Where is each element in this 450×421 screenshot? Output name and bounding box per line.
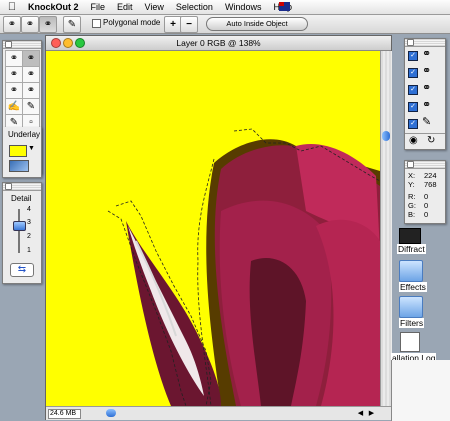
palette-titlebar[interactable] xyxy=(3,183,41,191)
scroll-thumb[interactable] xyxy=(382,131,390,141)
lasso-plus-icon[interactable]: ⚭ xyxy=(5,66,23,83)
lasso-tool-icon[interactable]: ⚭ xyxy=(5,50,23,67)
keyboard-flag-icon[interactable] xyxy=(279,2,290,11)
document-title: Layer 0 RGB @ 138% xyxy=(176,38,261,48)
x-label: X: xyxy=(408,171,416,180)
layers-palette: ✓ ⚭ ✓ ⚭ ✓ ⚭ ✓ ⚭ ✓ ✎ ◉ ↻ xyxy=(404,38,446,150)
tulip-image xyxy=(46,51,380,406)
x-value: 224 xyxy=(424,171,437,180)
menu-view[interactable]: View xyxy=(139,0,170,14)
pencil-icon[interactable]: ✎ xyxy=(22,98,40,115)
layer-visibility-checkbox[interactable]: ✓ xyxy=(408,100,418,112)
close-icon[interactable] xyxy=(51,38,61,48)
horizontal-scrollbar[interactable]: 24.6 MB ◀ ▶ xyxy=(46,406,391,420)
loop-icon[interactable]: ↻ xyxy=(427,135,435,146)
divider xyxy=(405,133,445,134)
close-icon[interactable] xyxy=(5,41,12,48)
subtract-button[interactable]: − xyxy=(180,16,198,33)
app-menu[interactable]: KnockOut 2 xyxy=(22,0,85,14)
lasso-outside-icon[interactable]: ⚭ xyxy=(21,16,39,33)
detail-palette: Detail 4 3 2 1 ⇆ xyxy=(2,182,42,284)
lasso-icon: ⚭ xyxy=(422,82,432,94)
polygonal-mode-checkbox[interactable] xyxy=(92,19,101,28)
g-value: 0 xyxy=(424,201,429,210)
chevron-down-icon[interactable]: ▼ xyxy=(28,145,35,152)
detail-title: Detail xyxy=(11,194,32,203)
y-value: 768 xyxy=(424,180,437,189)
refresh-icon[interactable]: ⇆ xyxy=(10,263,34,277)
close-icon[interactable] xyxy=(407,39,414,46)
background-finder-window[interactable] xyxy=(391,360,450,421)
palette-titlebar[interactable] xyxy=(3,41,41,49)
menu-selection[interactable]: Selection xyxy=(170,0,219,14)
detail-tick-4: 4 xyxy=(27,206,31,213)
document-titlebar[interactable]: Layer 0 RGB @ 138% xyxy=(46,36,391,51)
lasso-icon: ⚭ xyxy=(422,65,432,77)
y-label: Y: xyxy=(408,180,415,189)
layer-visibility-checkbox[interactable]: ✓ xyxy=(408,66,418,78)
underlay-preview-icon[interactable] xyxy=(9,160,29,172)
b-label: B: xyxy=(408,210,416,219)
r-label: R: xyxy=(408,192,416,201)
folder-icon[interactable] xyxy=(399,260,423,282)
edge-lasso-alt-icon[interactable]: ⚭ xyxy=(22,82,40,99)
eye-icon[interactable]: ◉ xyxy=(409,135,418,146)
info-palette: X: 224 Y: 768 R: 0 G: 0 B: 0 xyxy=(404,160,446,224)
polygonal-mode-label: Polygonal mode xyxy=(103,18,161,27)
brush-icon: ✎ xyxy=(422,116,432,128)
menu-edit[interactable]: Edit xyxy=(111,0,139,14)
detail-tick-3: 3 xyxy=(27,219,31,226)
palette-titlebar[interactable] xyxy=(405,161,445,169)
detail-tick-1: 1 xyxy=(27,247,31,254)
close-icon[interactable] xyxy=(5,183,12,190)
layer-visibility-checkbox[interactable]: ✓ xyxy=(408,117,418,129)
desktop-item-effects[interactable]: Effects xyxy=(399,282,427,292)
palette-titlebar[interactable] xyxy=(405,39,445,47)
edge-lasso-icon[interactable]: ⚭ xyxy=(5,82,23,99)
document-icon[interactable] xyxy=(400,332,420,352)
lasso-icon: ⚭ xyxy=(422,48,432,60)
diffract-icon[interactable] xyxy=(399,228,421,244)
underlay-color-swatch[interactable] xyxy=(9,145,27,157)
scroll-left-icon[interactable]: ◀ xyxy=(356,409,365,418)
lasso-tool-selected-icon[interactable]: ⚭ xyxy=(22,50,40,67)
menu-bar:  KnockOut 2 File Edit View Selection Wi… xyxy=(0,0,450,15)
lasso-minus-icon[interactable]: ⚭ xyxy=(22,66,40,83)
layer-visibility-checkbox[interactable]: ✓ xyxy=(408,49,418,61)
image-canvas[interactable] xyxy=(46,51,380,406)
toolbar: ⚭ ⚭ ⚭ ✎ Polygonal mode + − Auto Inside O… xyxy=(0,15,450,34)
lasso-icon: ⚭ xyxy=(422,99,432,111)
menu-windows[interactable]: Windows xyxy=(219,0,268,14)
r-value: 0 xyxy=(424,192,429,201)
zoom-window-icon[interactable] xyxy=(75,38,85,48)
lasso-selected-icon[interactable]: ⚭ xyxy=(39,16,57,33)
b-value: 0 xyxy=(424,210,429,219)
detail-tick-2: 2 xyxy=(27,233,31,240)
brush-icon[interactable]: ✎ xyxy=(63,16,81,33)
underlay-palette: Underlay ▼ xyxy=(2,127,42,178)
memory-size: 24.6 MB xyxy=(48,409,81,419)
auto-inside-object-button[interactable]: Auto Inside Object xyxy=(206,17,308,31)
close-icon[interactable] xyxy=(407,161,414,168)
underlay-label: Underlay xyxy=(8,130,41,139)
pen-icon[interactable]: ✍ xyxy=(5,98,23,115)
apple-menu-icon[interactable]:  xyxy=(6,1,18,13)
scroll-right-icon[interactable]: ▶ xyxy=(367,409,376,418)
minimize-icon[interactable] xyxy=(63,38,73,48)
document-window: Layer 0 RGB @ 138% 24.6 MB ◀ ▶ xyxy=(45,35,392,420)
layer-visibility-checkbox[interactable]: ✓ xyxy=(408,83,418,95)
detail-slider-track[interactable] xyxy=(18,209,20,253)
g-label: G: xyxy=(408,201,416,210)
lasso-inside-icon[interactable]: ⚭ xyxy=(3,16,21,33)
folder-icon[interactable] xyxy=(399,296,423,318)
desktop-item-filters[interactable]: Filters xyxy=(399,318,425,328)
detail-slider-thumb[interactable] xyxy=(13,221,26,231)
desktop-item-diffract[interactable]: Diffract xyxy=(397,244,426,254)
scroll-thumb[interactable] xyxy=(106,409,116,417)
menu-file[interactable]: File xyxy=(85,0,112,14)
